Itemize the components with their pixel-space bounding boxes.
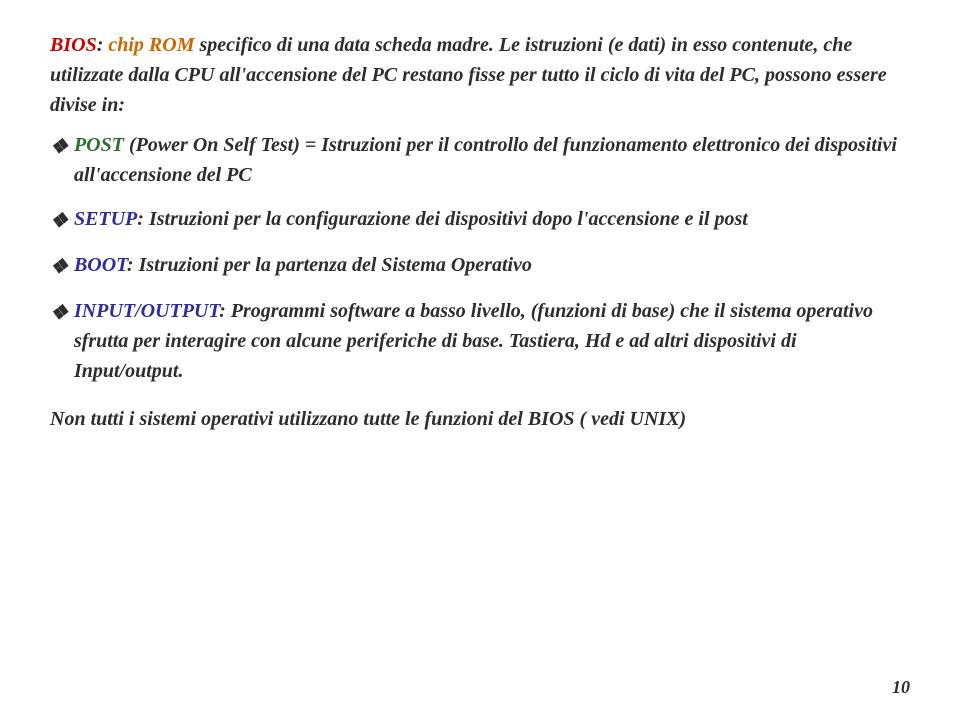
- boot-content: BOOT: Istruzioni per la partenza del Sis…: [74, 250, 532, 280]
- io-description-software: Programmi software a basso livello: [231, 300, 521, 322]
- boot-description: : Istruzioni per la partenza del Sistema…: [127, 254, 532, 276]
- chip-rom-term: chip ROM: [103, 34, 194, 56]
- bullet-post-line: ❖ POST (Power On Self Test) = Istruzioni…: [50, 130, 910, 190]
- bullet-setup-line: ❖ SETUP: Istruzioni per la configurazion…: [50, 204, 910, 236]
- bullet-post: ❖ POST (Power On Self Test) = Istruzioni…: [50, 130, 910, 190]
- io-term: INPUT/OUTPUT: [74, 300, 219, 322]
- bullet-boot-line: ❖ BOOT: Istruzioni per la partenza del S…: [50, 250, 910, 282]
- boot-term: BOOT: [74, 254, 127, 276]
- bullet-setup: ❖ SETUP: Istruzioni per la configurazion…: [50, 204, 910, 236]
- diamond-setup: ❖: [50, 206, 68, 236]
- bullet-boot: ❖ BOOT: Istruzioni per la partenza del S…: [50, 250, 910, 282]
- on-word: On: [193, 134, 219, 156]
- diamond-io: ❖: [50, 298, 68, 328]
- io-content: INPUT/OUTPUT: Programmi software a basso…: [74, 296, 910, 386]
- diamond-boot: ❖: [50, 252, 68, 282]
- setup-content: SETUP: Istruzioni per la configurazione …: [74, 204, 748, 234]
- intro-paragraph: BIOS: chip ROM specifico di una data sch…: [50, 30, 910, 120]
- post-content: POST (Power On Self Test) = Istruzioni p…: [74, 130, 910, 190]
- bullet-io: ❖ INPUT/OUTPUT: Programmi software a bas…: [50, 296, 910, 386]
- setup-term: SETUP: [74, 208, 137, 230]
- content-area: BIOS: chip ROM specifico di una data sch…: [50, 30, 910, 688]
- bios-term: BIOS: [50, 34, 97, 56]
- diamond-post: ❖: [50, 132, 68, 162]
- last-paragraph: Non tutti i sistemi operativi utilizzano…: [50, 404, 910, 434]
- post-term: POST: [74, 134, 124, 156]
- page-container: BIOS: chip ROM specifico di una data sch…: [0, 0, 960, 718]
- page-number: 10: [892, 677, 910, 698]
- bullet-io-line: ❖ INPUT/OUTPUT: Programmi software a bas…: [50, 296, 910, 386]
- setup-description: : Istruzioni per la configurazione dei d…: [137, 208, 748, 230]
- io-description-1: :: [219, 300, 231, 322]
- post-description-1: (Power: [124, 134, 193, 156]
